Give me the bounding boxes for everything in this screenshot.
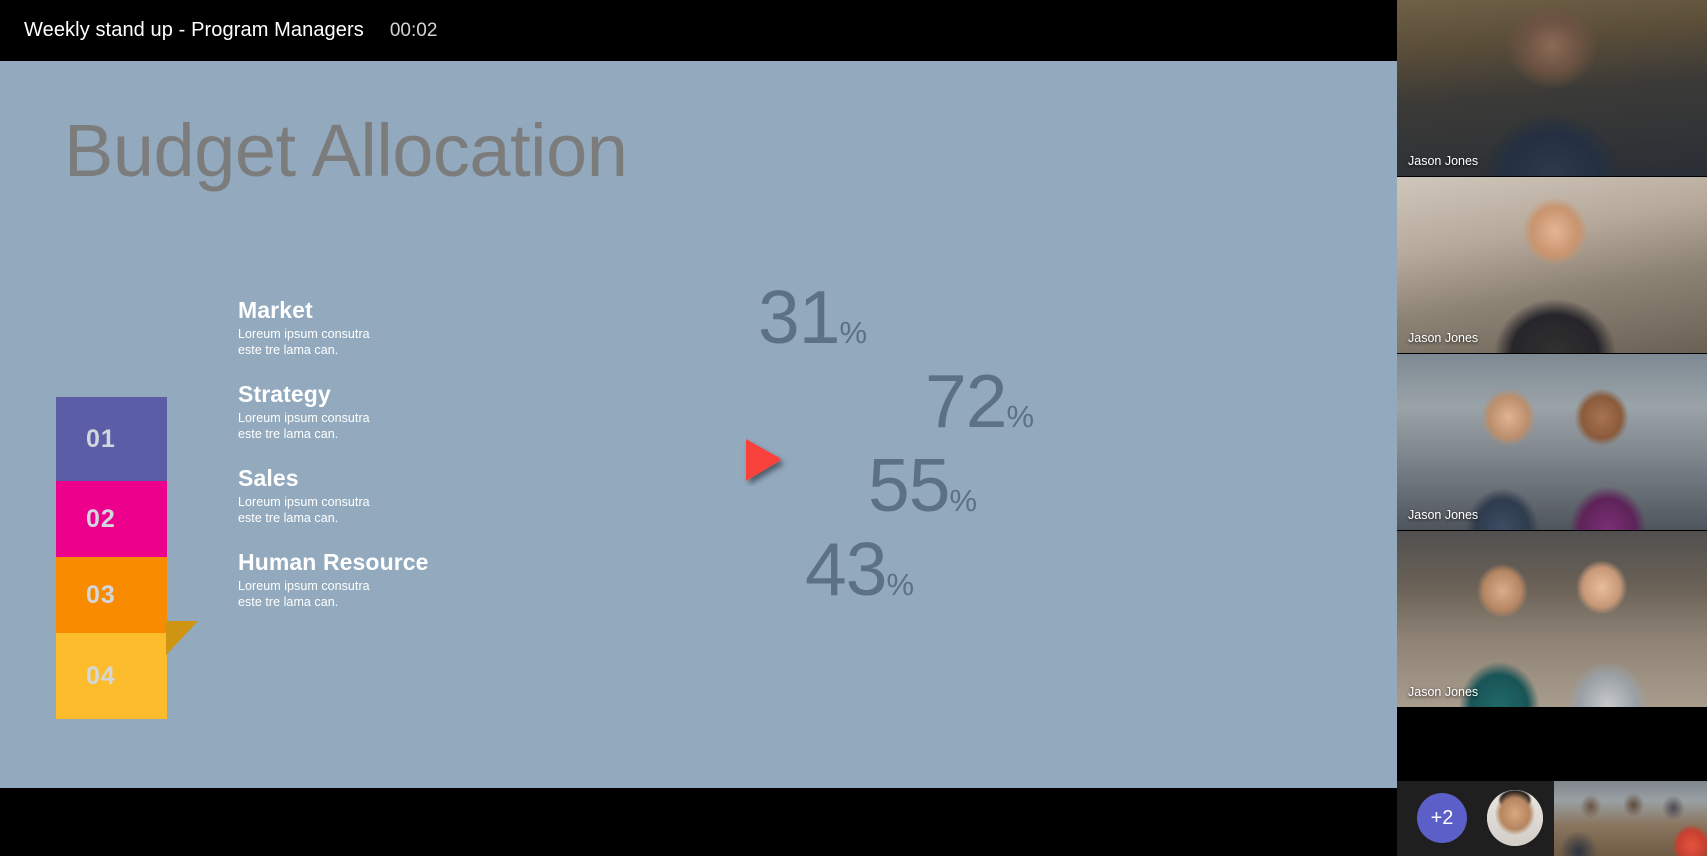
meeting-share-view: Weekly stand up - Program Managers 00:02… bbox=[0, 0, 1707, 856]
percent-label-strategy: 72% bbox=[925, 364, 1034, 439]
bar-title: Sales bbox=[238, 465, 299, 491]
item-number-label: 01 bbox=[86, 424, 116, 453]
meeting-title-bar: Weekly stand up - Program Managers 00:02 bbox=[0, 0, 1397, 61]
meeting-timer: 00:02 bbox=[389, 19, 438, 41]
participant-name-label: Jason Jones bbox=[1408, 154, 1479, 168]
video-tile-4[interactable]: Jason Jones bbox=[1397, 531, 1707, 707]
percent-value: 72 bbox=[925, 359, 1007, 443]
video-subject-person bbox=[1397, 0, 1707, 176]
participant-name-label: Jason Jones bbox=[1408, 685, 1479, 699]
bar-title: Market bbox=[238, 297, 313, 323]
percent-label-market: 31% bbox=[758, 280, 867, 355]
bar-description-line-1: Loreum ipsum consutra bbox=[238, 495, 370, 510]
participant-name-label: Jason Jones bbox=[1408, 508, 1479, 522]
percent-label-human-resource: 43% bbox=[805, 532, 914, 607]
self-video-avatar[interactable] bbox=[1487, 790, 1543, 846]
avatar-image bbox=[1487, 790, 1543, 846]
video-subject-person bbox=[1397, 531, 1707, 707]
video-subject-person bbox=[1397, 177, 1707, 353]
item-number-label: 03 bbox=[86, 580, 116, 609]
shared-slide-stage[interactable]: Budget Allocation 01 02 03 04 Market Lor… bbox=[0, 61, 1397, 788]
video-tile-1[interactable]: Jason Jones bbox=[1397, 0, 1707, 176]
bar-description-line-2: este tre lama can. bbox=[238, 510, 339, 525]
chart-bar-market[interactable]: Market Loreum ipsum consutra este tre la… bbox=[166, 285, 738, 369]
presenter-pointer-icon bbox=[740, 436, 802, 486]
video-subject-people bbox=[1554, 781, 1707, 856]
percent-label-sales: 55% bbox=[868, 448, 977, 523]
item-number-badge-02: 02 bbox=[56, 481, 167, 557]
bar-title: Strategy bbox=[238, 381, 331, 407]
item-number-badge-03: 03 bbox=[56, 557, 167, 633]
video-tile-3[interactable]: Jason Jones bbox=[1397, 354, 1707, 530]
video-subject-person bbox=[1397, 354, 1707, 530]
participant-video-rail: Jason Jones Jason Jones Jason Jones Jaso… bbox=[1397, 0, 1707, 856]
participant-name-label: Jason Jones bbox=[1408, 331, 1479, 345]
item-number-label: 02 bbox=[86, 504, 116, 533]
video-tile-2[interactable]: Jason Jones bbox=[1397, 177, 1707, 353]
percent-symbol: % bbox=[886, 567, 915, 602]
conference-room-tile[interactable] bbox=[1554, 781, 1707, 856]
chart-bar-human-resource[interactable]: Human Resource Loreum ipsum consutra est… bbox=[166, 537, 774, 621]
bar-text-block: Strategy Loreum ipsum consutra este tre … bbox=[238, 381, 758, 442]
bar-description-line-1: Loreum ipsum consutra bbox=[238, 411, 370, 426]
bar-title: Human Resource bbox=[238, 549, 429, 575]
bar-description-line-1: Loreum ipsum consutra bbox=[238, 579, 370, 594]
participant-strip: +2 bbox=[1397, 781, 1707, 856]
budget-allocation-chart: 01 02 03 04 Market Loreum ipsum consutra… bbox=[0, 61, 1397, 788]
bar-text-block: Sales Loreum ipsum consutra este tre lam… bbox=[238, 465, 758, 526]
ribbon-fold-shape bbox=[166, 621, 198, 655]
item-number-badge-01: 01 bbox=[56, 397, 167, 481]
overflow-participants-badge[interactable]: +2 bbox=[1417, 793, 1467, 843]
percent-value: 55 bbox=[868, 443, 950, 527]
percent-symbol: % bbox=[949, 483, 978, 518]
percent-symbol: % bbox=[1006, 399, 1035, 434]
percent-symbol: % bbox=[839, 315, 868, 350]
bar-text-block: Human Resource Loreum ipsum consutra est… bbox=[238, 549, 758, 610]
bar-description-line-2: este tre lama can. bbox=[238, 426, 339, 441]
bar-text-block: Market Loreum ipsum consutra este tre la… bbox=[238, 297, 758, 358]
bar-description-line-2: este tre lama can. bbox=[238, 342, 339, 357]
percent-value: 31 bbox=[758, 275, 840, 359]
item-number-label: 04 bbox=[86, 661, 116, 690]
bar-description-line-2: este tre lama can. bbox=[238, 594, 339, 609]
percent-value: 43 bbox=[805, 527, 887, 611]
meeting-title: Weekly stand up - Program Managers bbox=[24, 19, 364, 41]
item-number-badge-04: 04 bbox=[56, 633, 167, 719]
bar-description-line-1: Loreum ipsum consutra bbox=[238, 327, 370, 342]
